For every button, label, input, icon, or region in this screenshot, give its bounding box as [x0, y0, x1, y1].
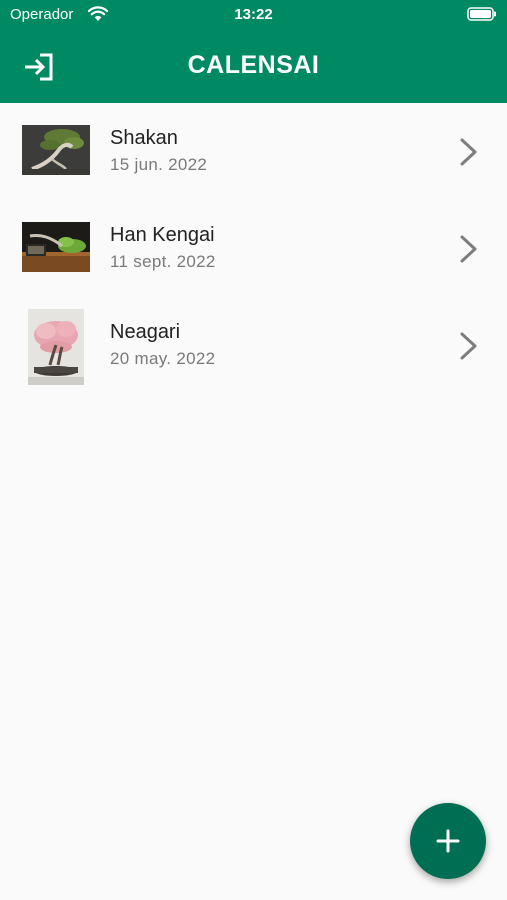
list-item-neagari[interactable]: Neagari 20 may. 2022	[0, 297, 507, 394]
bonsai-date: 20 may. 2022	[110, 349, 216, 368]
bonsai-name: Neagari	[110, 321, 181, 343]
bonsai-name: Shakan	[110, 127, 178, 149]
chevron-right-icon	[460, 138, 477, 166]
app-bar: Operador 13:22 CALENSAI	[0, 0, 507, 103]
chevron-right-icon	[460, 235, 477, 263]
bonsai-name: Han Kengai	[110, 224, 215, 246]
shakan-photo	[22, 125, 90, 175]
bonsai-list: Shakan 15 jun. 2022 Han Kengai 11 sept. …	[0, 103, 507, 394]
han-kengai-photo	[22, 222, 90, 272]
clock: 13:22	[234, 6, 273, 23]
neagari-photo	[28, 309, 84, 385]
list-item-shakan[interactable]: Shakan 15 jun. 2022	[0, 103, 507, 200]
add-bonsai-button[interactable]	[410, 803, 486, 879]
list-item-han-kengai[interactable]: Han Kengai 11 sept. 2022	[0, 200, 507, 297]
plus-icon	[436, 829, 460, 853]
bonsai-date: 11 sept. 2022	[110, 252, 216, 271]
page-title: CALENSAI	[187, 51, 320, 79]
chevron-right-icon	[460, 332, 477, 360]
status-bar: Operador 13:22	[0, 0, 507, 32]
bonsai-date: 15 jun. 2022	[110, 155, 208, 174]
battery-icon	[467, 7, 496, 21]
